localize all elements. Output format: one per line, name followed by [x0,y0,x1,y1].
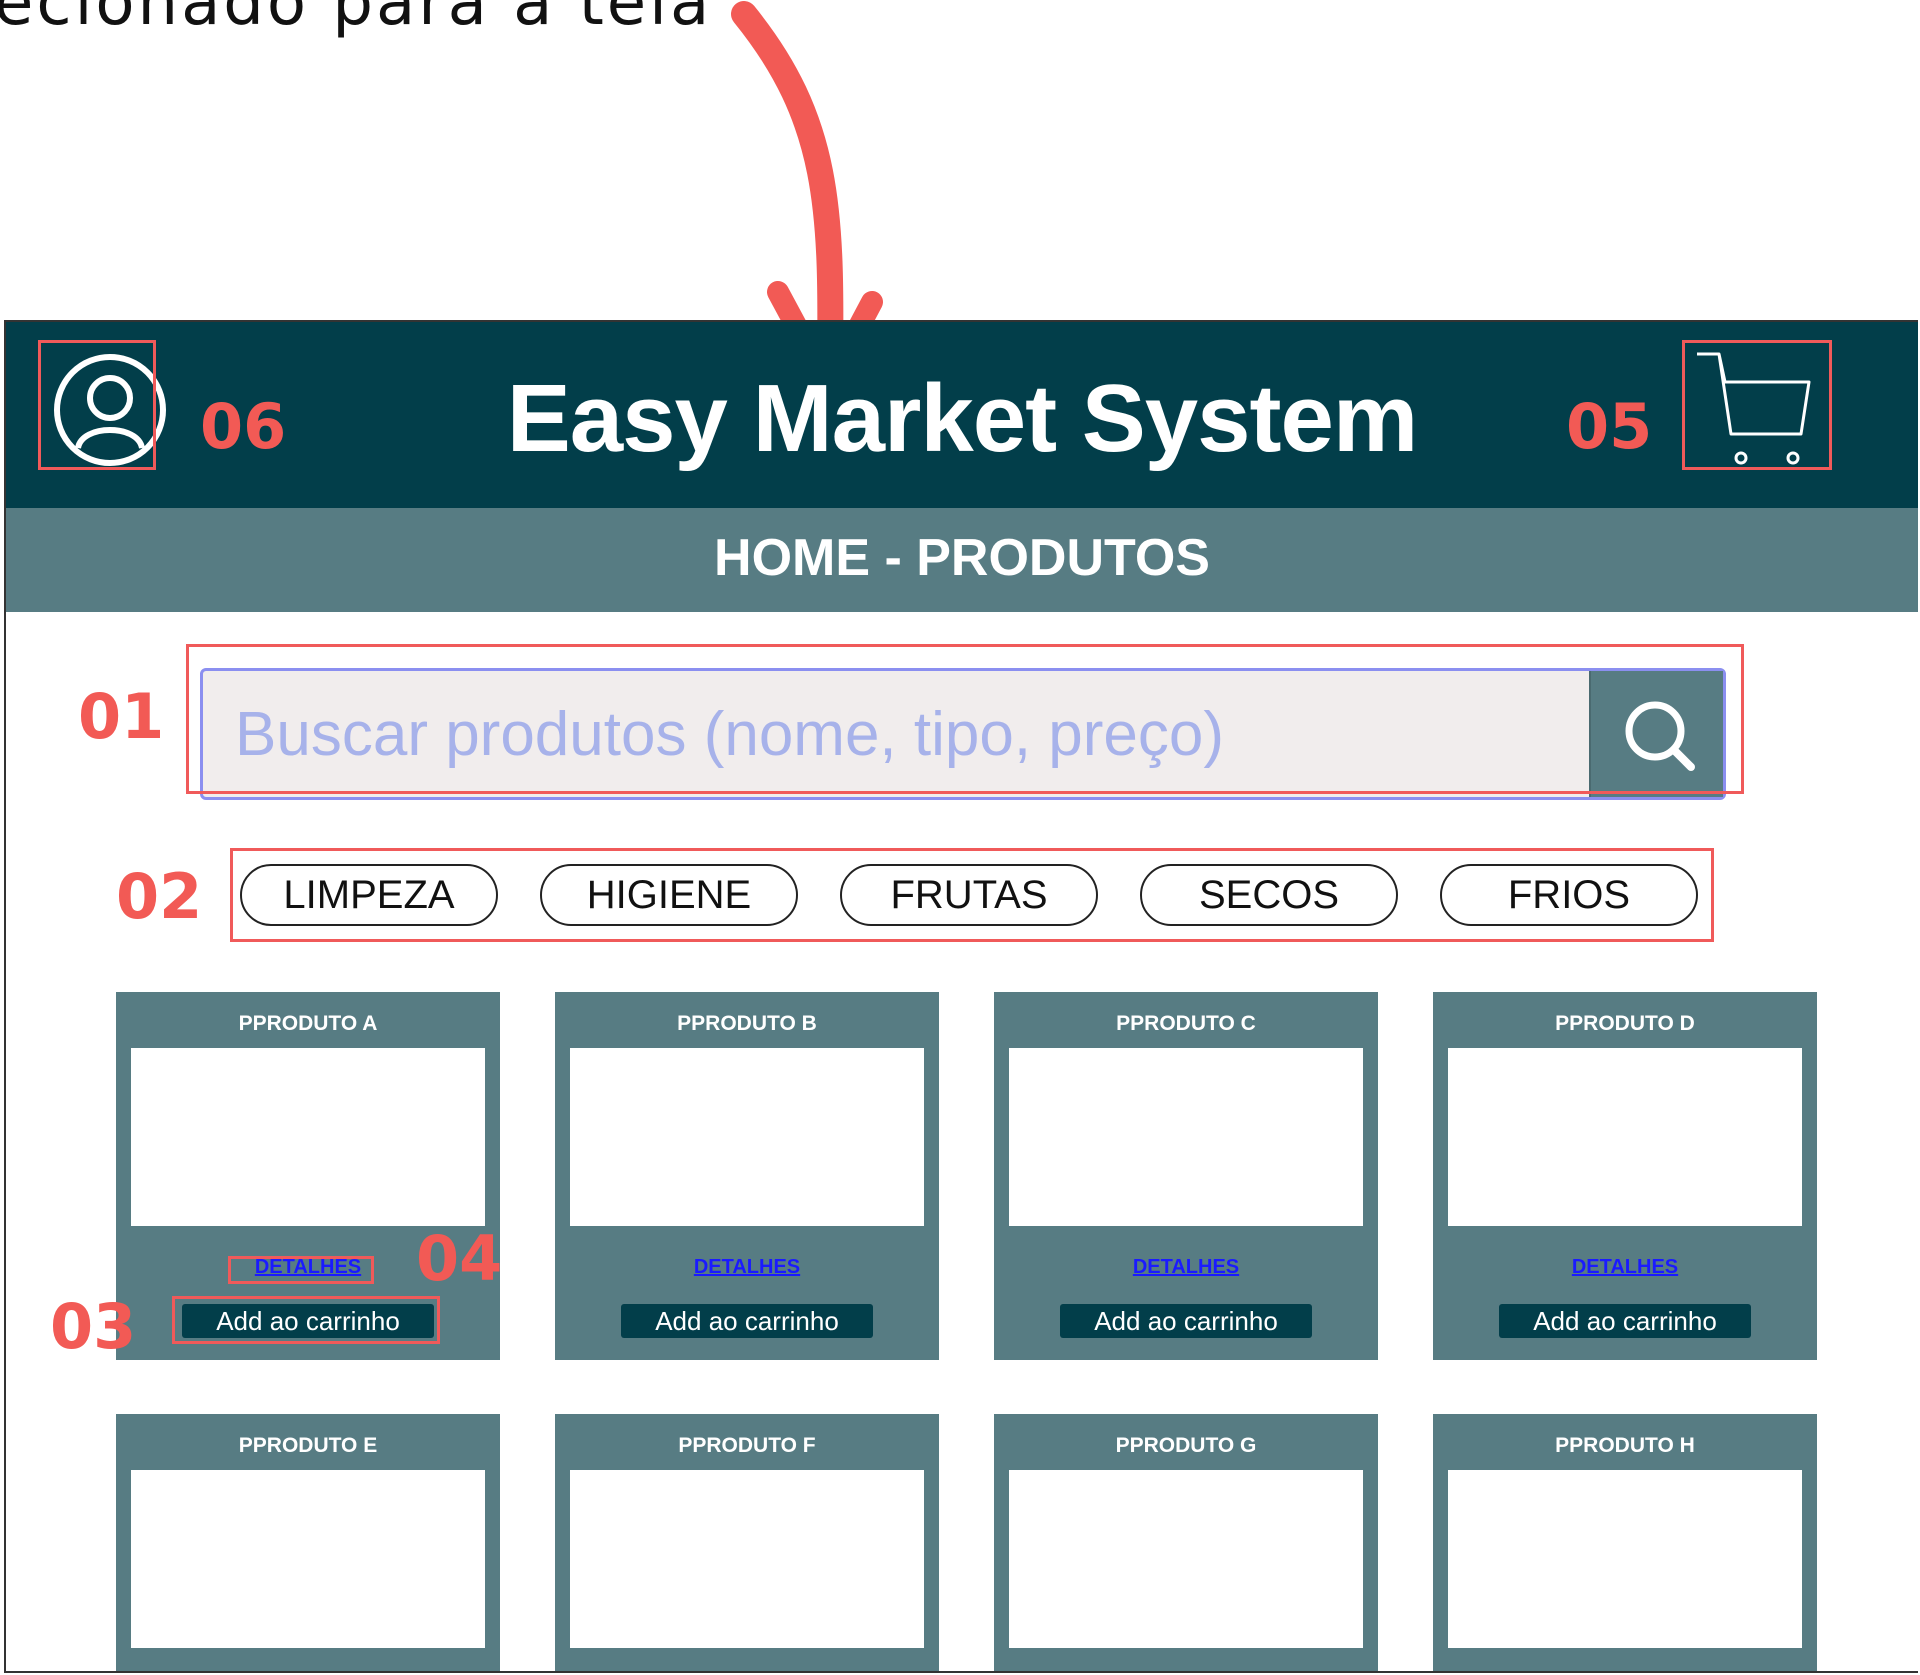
app-mockup-frame: Easy Market System HOME - PRODUTOS LIMPE… [4,320,1918,1673]
annotation-box-details [228,1256,374,1284]
annotation-number-details: 04 [416,1222,503,1295]
product-image [1448,1470,1802,1648]
add-to-cart-button[interactable]: Add ao carrinho [1060,1304,1312,1338]
annotation-box-user [38,340,156,470]
product-image [131,1470,485,1648]
product-details-link[interactable]: DETALHES [555,1256,939,1279]
product-image [570,1470,924,1648]
product-name: PPRODUTO F [678,1434,816,1457]
product-card: PPRODUTO C DETALHES Add ao carrinho [994,992,1378,1360]
product-card: PPRODUTO H [1433,1414,1817,1671]
add-to-cart-button[interactable]: Add ao carrinho [621,1304,873,1338]
product-name: PPRODUTO D [1555,1012,1695,1035]
page-subheader: HOME - PRODUTOS [6,508,1918,612]
annotation-number-cart: 05 [1566,390,1653,463]
product-card: PPRODUTO B DETALHES Add ao carrinho [555,992,939,1360]
product-card: PPRODUTO D DETALHES Add ao carrinho [1433,992,1817,1360]
product-details-link[interactable]: DETALHES [1433,1256,1817,1279]
product-name: PPRODUTO C [1116,1012,1256,1035]
annotation-box-categories [230,848,1714,942]
product-card: PPRODUTO E [116,1414,500,1671]
product-image [1009,1470,1363,1648]
product-details-link[interactable]: DETALHES [994,1256,1378,1279]
annotation-number-search: 01 [78,680,165,753]
product-name: PPRODUTO B [677,1012,817,1035]
annotation-caption: ecionado para a tela [0,0,713,40]
annotation-number-user: 06 [200,390,287,463]
product-card: PPRODUTO G [994,1414,1378,1671]
product-image [1009,1048,1363,1226]
product-name: PPRODUTO E [238,1434,378,1457]
product-card: PPRODUTO F [555,1414,939,1671]
product-name: PPRODUTO A [238,1012,378,1035]
add-to-cart-button[interactable]: Add ao carrinho [1499,1304,1751,1338]
product-image [1448,1048,1802,1226]
annotation-number-add-to-cart: 03 [50,1290,137,1363]
annotation-number-categories: 02 [116,860,203,933]
product-image [131,1048,485,1226]
product-image [570,1048,924,1226]
annotation-box-cart [1682,340,1832,470]
product-name: PPRODUTO H [1555,1434,1695,1457]
page-title: HOME - PRODUTOS [714,529,1210,587]
product-name: PPRODUTO G [1115,1434,1257,1457]
annotation-box-search [186,644,1744,794]
annotation-box-add-to-cart [172,1296,440,1344]
